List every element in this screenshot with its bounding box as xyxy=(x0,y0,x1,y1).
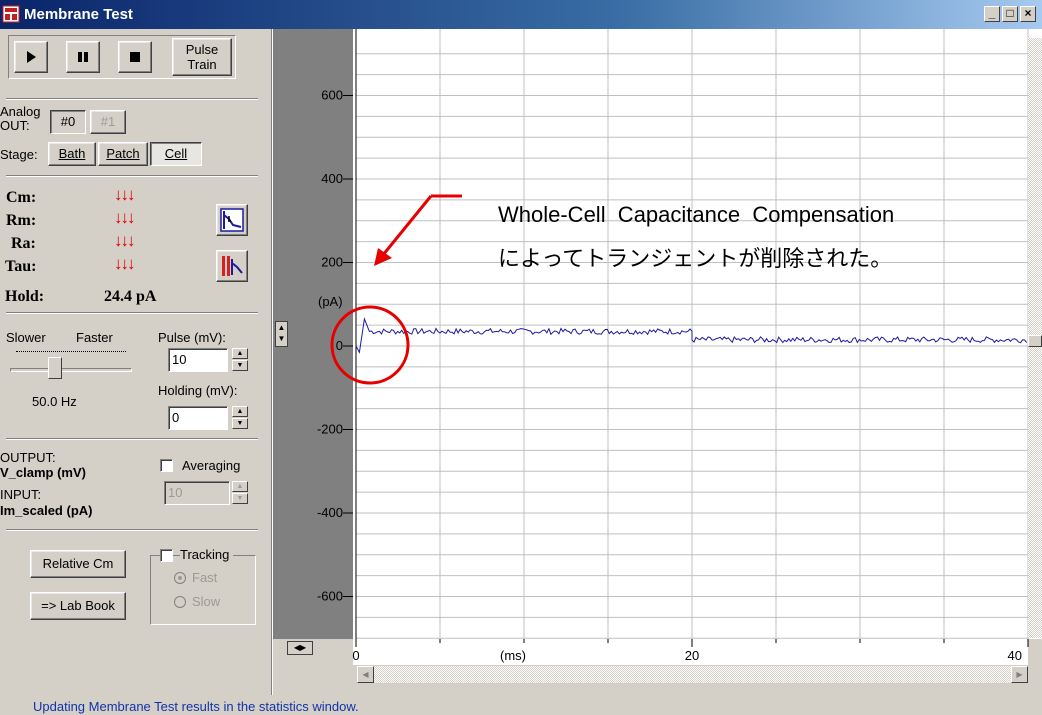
y-tick-label: -200 xyxy=(317,422,343,437)
annotation-line-2: によってトランジェントが削除された。 xyxy=(498,246,892,271)
x-axis: 0 20 40 xyxy=(352,639,1029,665)
scroll-right-button[interactable]: ▶ xyxy=(1011,666,1028,683)
y-tick-label: 400 xyxy=(321,171,343,186)
trace xyxy=(355,317,1028,354)
y-tick-label: -600 xyxy=(317,589,343,604)
annotation-circle xyxy=(330,305,410,385)
x-tick-label: 0 xyxy=(352,648,359,663)
x-tick-label: 40 xyxy=(1008,648,1022,663)
horizontal-scrollbar[interactable] xyxy=(357,666,1028,683)
annotation-line-1: Whole-Cell Capacitance Compensation xyxy=(498,202,894,227)
y-axis-label: (pA) xyxy=(318,294,343,309)
x-zoom-buttons[interactable]: ◀▶ xyxy=(287,641,313,655)
annotation-arrow-line xyxy=(381,195,433,256)
scroll-left-button[interactable]: ◀ xyxy=(357,666,374,683)
x-tick-label: 20 xyxy=(685,648,699,663)
membrane-chart: 600 400 200 0 -200 -400 -600 (pA) 0 20 40 Whole-… xyxy=(317,29,1029,665)
current-trace xyxy=(355,317,1028,354)
annotation-arrowhead xyxy=(374,248,392,266)
y-tick-label: 0 xyxy=(336,338,343,353)
y-scroll-buttons[interactable]: ▲ ▼ xyxy=(275,321,288,347)
y-tick-label: -400 xyxy=(317,505,343,520)
y-tick-label: 600 xyxy=(321,88,343,103)
x-axis-label: (ms) xyxy=(500,648,526,663)
status-text: Updating Membrane Test results in the st… xyxy=(33,699,359,714)
vertical-scroll-thumb[interactable] xyxy=(1028,335,1042,347)
y-tick-label: 200 xyxy=(321,255,343,270)
y-axis: 600 400 200 0 -200 -400 -600 xyxy=(317,88,353,604)
